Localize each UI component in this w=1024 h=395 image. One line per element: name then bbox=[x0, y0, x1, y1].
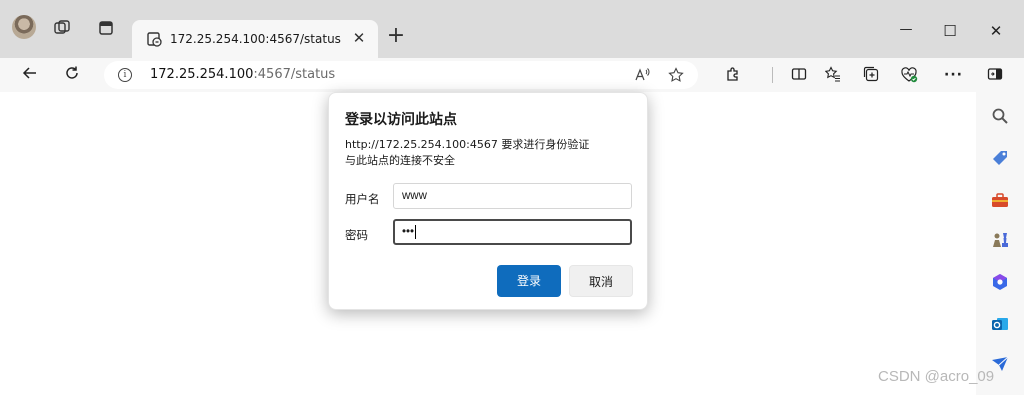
site-info-icon[interactable]: i bbox=[118, 68, 132, 82]
collections-icon[interactable] bbox=[862, 66, 880, 84]
extensions-icon[interactable] bbox=[724, 66, 742, 84]
more-options-icon[interactable]: ··· bbox=[944, 66, 962, 84]
favorites-icon[interactable] bbox=[824, 66, 842, 84]
login-button[interactable]: 登录 bbox=[497, 265, 561, 297]
tag-icon[interactable] bbox=[990, 148, 1010, 168]
maximize-button[interactable]: ☐ bbox=[940, 22, 960, 42]
url-path: :4567/status bbox=[253, 67, 336, 82]
dialog-message-line2: 与此站点的连接不安全 bbox=[345, 154, 455, 167]
close-tab-icon[interactable]: ✕ bbox=[350, 29, 368, 47]
sidebar-toggle-icon[interactable] bbox=[986, 66, 1004, 84]
text-caret bbox=[415, 224, 417, 239]
profile-avatar[interactable] bbox=[12, 15, 36, 39]
dialog-message-line1: http://172.25.254.100:4567 要求进行身份验证 bbox=[345, 138, 590, 151]
tab-actions-icon[interactable] bbox=[96, 18, 116, 38]
dialog-message: http://172.25.254.100:4567 要求进行身份验证 与此站点… bbox=[345, 137, 645, 169]
tab-title: 172.25.254.100:4567/status bbox=[170, 32, 341, 46]
password-field[interactable]: ••• bbox=[393, 219, 632, 245]
dialog-title: 登录以访问此站点 bbox=[345, 112, 457, 128]
edge-sidebar bbox=[976, 92, 1024, 395]
address-url[interactable]: 172.25.254.100:4567/status bbox=[150, 67, 335, 82]
username-field[interactable]: www bbox=[393, 183, 632, 209]
navigation-toolbar: i 172.25.254.100:4567/status ··· bbox=[0, 58, 1024, 92]
copilot-icon[interactable] bbox=[990, 272, 1010, 292]
toolbox-icon[interactable] bbox=[990, 190, 1010, 210]
chess-icon[interactable] bbox=[990, 230, 1010, 250]
search-icon[interactable] bbox=[990, 106, 1010, 126]
cancel-button[interactable]: 取消 bbox=[569, 265, 633, 297]
url-host: 172.25.254.100 bbox=[150, 67, 254, 82]
close-window-button[interactable]: ✕ bbox=[986, 22, 1006, 42]
workspaces-icon[interactable] bbox=[52, 18, 72, 38]
outlook-icon[interactable] bbox=[990, 314, 1010, 334]
minimize-button[interactable]: — bbox=[896, 22, 916, 42]
username-value: www bbox=[402, 190, 427, 202]
username-label: 用户名 bbox=[345, 192, 380, 206]
browser-essentials-icon[interactable] bbox=[900, 66, 918, 84]
active-tab[interactable]: 172.25.254.100:4567/status ✕ bbox=[132, 20, 378, 58]
sign-in-dialog: 登录以访问此站点 http://172.25.254.100:4567 要求进行… bbox=[328, 92, 648, 310]
refresh-icon[interactable] bbox=[62, 65, 82, 85]
new-tab-button[interactable]: + bbox=[386, 25, 406, 47]
favorite-star-icon[interactable] bbox=[668, 67, 684, 87]
split-screen-icon[interactable] bbox=[790, 66, 808, 84]
back-arrow-icon[interactable] bbox=[20, 65, 40, 85]
toolbar-divider bbox=[772, 67, 773, 83]
password-label: 密码 bbox=[345, 228, 368, 242]
address-bar[interactable]: i 172.25.254.100:4567/status bbox=[104, 61, 698, 89]
read-aloud-icon[interactable] bbox=[634, 67, 650, 87]
watermark: CSDN @acro_09 bbox=[878, 368, 995, 385]
tab-strip: 172.25.254.100:4567/status ✕ + — ☐ ✕ bbox=[0, 0, 1024, 58]
page-favicon-icon bbox=[144, 29, 164, 49]
password-masked-value: ••• bbox=[402, 226, 415, 238]
